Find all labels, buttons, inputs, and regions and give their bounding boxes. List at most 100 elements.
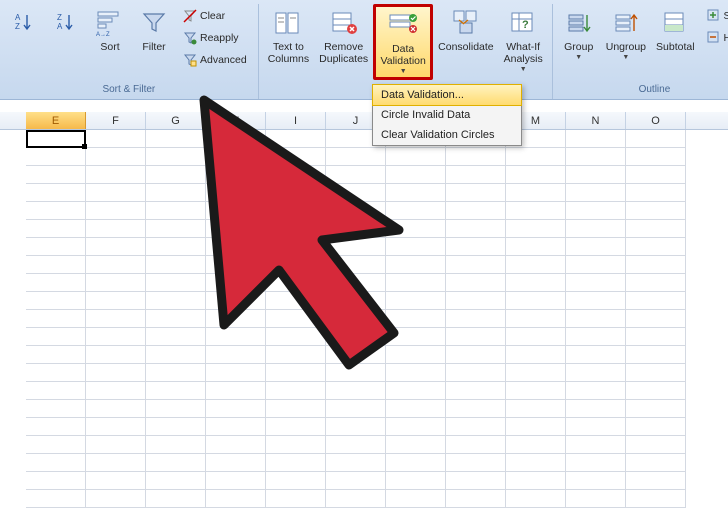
cell[interactable] (386, 472, 446, 490)
cell[interactable] (86, 436, 146, 454)
what-if-analysis-button[interactable]: ? What-If Analysis ▼ (499, 4, 548, 80)
cell[interactable] (326, 166, 386, 184)
cell[interactable] (86, 274, 146, 292)
column-header[interactable]: E (26, 112, 86, 129)
cell[interactable] (146, 202, 206, 220)
cell[interactable] (626, 220, 686, 238)
cell[interactable] (146, 166, 206, 184)
cell[interactable] (626, 256, 686, 274)
cell[interactable] (146, 454, 206, 472)
cell[interactable] (566, 346, 626, 364)
cell[interactable] (206, 418, 266, 436)
sort-az-button[interactable]: AZ (4, 4, 46, 80)
cell[interactable] (326, 472, 386, 490)
cell[interactable] (86, 148, 146, 166)
cell[interactable] (86, 418, 146, 436)
sort-za-button[interactable]: ZA (46, 4, 88, 80)
cell[interactable] (146, 184, 206, 202)
menu-item-clear-circles[interactable]: Clear Validation Circles (373, 125, 521, 145)
cell[interactable] (626, 346, 686, 364)
cell[interactable] (446, 346, 506, 364)
cell[interactable] (206, 220, 266, 238)
cell[interactable] (146, 364, 206, 382)
cell[interactable] (446, 274, 506, 292)
cell[interactable] (566, 454, 626, 472)
cell[interactable] (86, 328, 146, 346)
cell[interactable] (506, 184, 566, 202)
cell[interactable] (506, 364, 566, 382)
cell[interactable] (146, 256, 206, 274)
cell[interactable] (566, 382, 626, 400)
cell[interactable] (86, 202, 146, 220)
cell[interactable] (626, 436, 686, 454)
cell[interactable] (386, 184, 446, 202)
cell[interactable] (566, 148, 626, 166)
cell[interactable] (206, 400, 266, 418)
cell[interactable] (86, 130, 146, 148)
cell[interactable] (326, 238, 386, 256)
cell[interactable] (386, 148, 446, 166)
cell[interactable] (506, 472, 566, 490)
cell[interactable] (146, 292, 206, 310)
cell[interactable] (386, 364, 446, 382)
cell[interactable] (26, 472, 86, 490)
advanced-filter-button[interactable]: Advanced (178, 50, 252, 70)
cell[interactable] (146, 346, 206, 364)
cell[interactable] (146, 220, 206, 238)
cell[interactable] (386, 202, 446, 220)
cell[interactable] (86, 292, 146, 310)
cell[interactable] (386, 328, 446, 346)
cell[interactable] (206, 490, 266, 508)
cell[interactable] (446, 328, 506, 346)
cell[interactable] (326, 220, 386, 238)
cell[interactable] (266, 292, 326, 310)
cell[interactable] (446, 166, 506, 184)
cell[interactable] (626, 328, 686, 346)
subtotal-button[interactable]: Subtotal (651, 4, 700, 80)
cell[interactable] (206, 436, 266, 454)
cell[interactable] (386, 274, 446, 292)
cell[interactable] (266, 220, 326, 238)
cell[interactable] (146, 238, 206, 256)
cell[interactable] (446, 292, 506, 310)
cell[interactable] (206, 166, 266, 184)
cell[interactable] (26, 184, 86, 202)
group-button[interactable]: Group ▼ (557, 4, 601, 80)
cell[interactable] (386, 490, 446, 508)
cell[interactable] (446, 202, 506, 220)
cell[interactable] (566, 274, 626, 292)
cell[interactable] (446, 454, 506, 472)
cell[interactable] (626, 490, 686, 508)
cell[interactable] (566, 130, 626, 148)
cell[interactable] (206, 130, 266, 148)
cell[interactable] (266, 364, 326, 382)
cell[interactable] (506, 220, 566, 238)
cell[interactable] (266, 472, 326, 490)
cell[interactable] (386, 436, 446, 454)
cell[interactable] (26, 382, 86, 400)
cell[interactable] (326, 184, 386, 202)
cell[interactable] (386, 346, 446, 364)
clear-filter-button[interactable]: Clear (178, 6, 252, 26)
cell[interactable] (626, 382, 686, 400)
cell[interactable] (626, 166, 686, 184)
cell[interactable] (566, 400, 626, 418)
cell[interactable] (86, 256, 146, 274)
cell[interactable] (26, 436, 86, 454)
cell[interactable] (26, 490, 86, 508)
cell[interactable] (566, 364, 626, 382)
cell[interactable] (266, 382, 326, 400)
cell[interactable] (146, 436, 206, 454)
column-header[interactable]: N (566, 112, 626, 129)
active-cell[interactable] (26, 130, 86, 148)
cell[interactable] (26, 364, 86, 382)
cell[interactable] (386, 418, 446, 436)
cell[interactable] (146, 328, 206, 346)
cell[interactable] (626, 202, 686, 220)
cell[interactable] (26, 418, 86, 436)
cell[interactable] (506, 202, 566, 220)
cell[interactable] (566, 292, 626, 310)
cell[interactable] (446, 220, 506, 238)
cell[interactable] (206, 202, 266, 220)
cell[interactable] (26, 202, 86, 220)
